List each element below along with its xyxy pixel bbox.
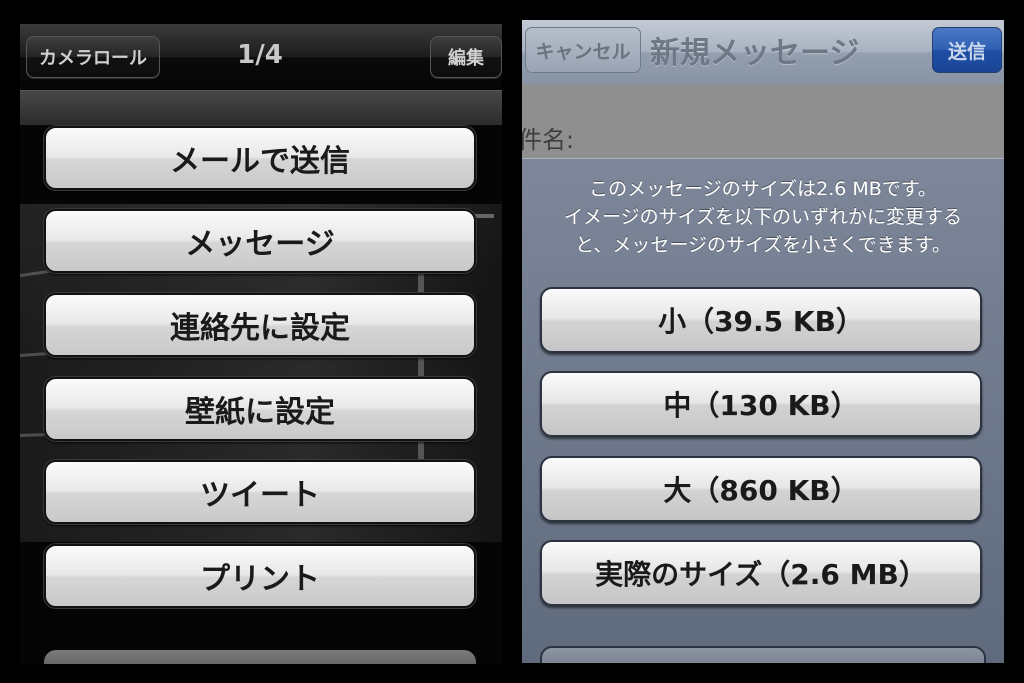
- message-line-3: と、メッセージのサイズを小さくできます。: [575, 234, 951, 256]
- subject-field-label[interactable]: 件名:: [522, 120, 574, 155]
- size-actual-button[interactable]: 実際のサイズ（2.6 MB）: [540, 540, 982, 606]
- size-medium-button[interactable]: 中（130 KB）: [540, 371, 982, 437]
- size-large-button[interactable]: 大（860 KB）: [540, 456, 982, 522]
- camera-roll-button[interactable]: カメラロール: [26, 36, 160, 78]
- tweet-button[interactable]: ツイート: [44, 460, 476, 524]
- message-button[interactable]: メッセージ: [44, 209, 476, 273]
- photo-counter: 1/4: [237, 40, 283, 70]
- page-title: 新規メッセージ: [650, 36, 860, 71]
- use-as-wallpaper-button[interactable]: 壁紙に設定: [44, 377, 476, 441]
- message-line-2: イメージのサイズを以下のいずれかに変更する: [563, 206, 963, 228]
- send-by-mail-button[interactable]: メールで送信: [44, 126, 476, 190]
- new-message-screen: キャンセル 新規メッセージ 送信 件名: このメッセージのサイズは2.6 MBで…: [522, 20, 1004, 663]
- cancel-button[interactable]: キャンセル: [525, 27, 641, 73]
- message-line-1: このメッセージのサイズは2.6 MBです。: [589, 178, 937, 200]
- cancel-button-partial[interactable]: [540, 646, 986, 663]
- send-button[interactable]: 送信: [932, 27, 1002, 73]
- navigation-bar: キャンセル 新規メッセージ 送信: [522, 20, 1004, 85]
- cancel-button-partial[interactable]: [44, 650, 476, 664]
- assign-to-contact-button[interactable]: 連絡先に設定: [44, 293, 476, 357]
- edit-button[interactable]: 編集: [430, 36, 502, 78]
- compose-area: [522, 84, 1004, 164]
- size-small-button[interactable]: 小（39.5 KB）: [540, 287, 982, 353]
- toolbar-shadow-strip: [20, 90, 502, 125]
- photos-screen: カメラロール 1/4 編集 メールで送信 メッセージ 連絡先に設定 壁紙に設定 …: [20, 24, 502, 664]
- size-sheet-message: このメッセージのサイズは2.6 MBです。 イメージのサイズを以下のいずれかに変…: [522, 175, 1004, 259]
- print-button[interactable]: プリント: [44, 544, 476, 608]
- photos-toolbar: カメラロール 1/4 編集: [20, 24, 502, 90]
